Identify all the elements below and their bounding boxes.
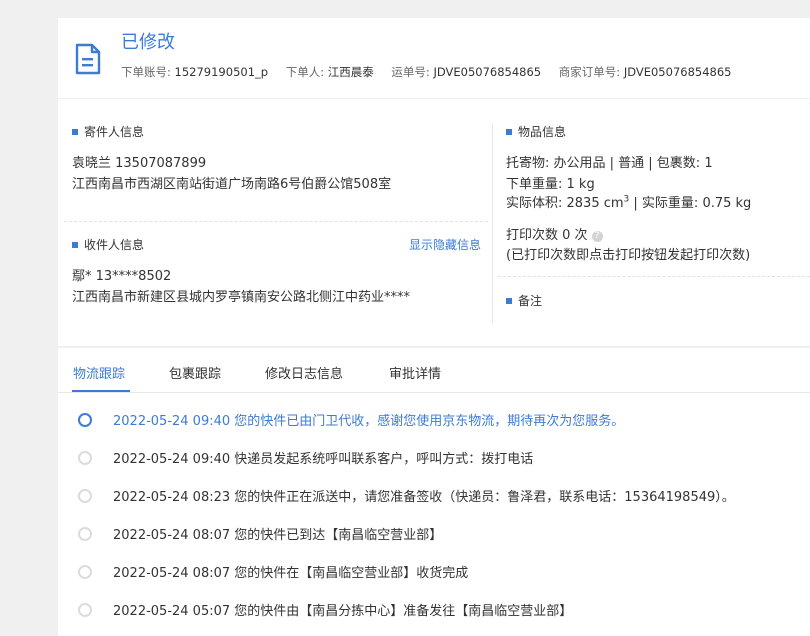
tab-approval-details[interactable]: 审批详情	[389, 363, 441, 382]
timeline-dot	[78, 489, 92, 503]
timeline-dot	[78, 413, 92, 427]
timeline-dot	[78, 527, 92, 541]
timeline-item: 2022-05-24 08:23 您的快件正在派送中，请您准备签收（快递员：鲁泽…	[58, 486, 810, 506]
tab-package-tracking[interactable]: 包裹跟踪	[169, 363, 221, 382]
timeline-dot	[78, 451, 92, 465]
column-divider	[492, 123, 493, 323]
meta-orderer: 下单人: 江西晨泰	[285, 65, 374, 79]
timeline-text: 2022-05-24 09:40 您的快件已由门卫代收，感谢您使用京东物流，期待…	[113, 414, 625, 429]
meta-waybill: 运单号: JDVE05076854865	[391, 65, 542, 79]
meta-merchant-order: 商家订单号: JDVE05076854865	[558, 65, 732, 79]
goods-line-1: 托寄物: 办公用品 | 普通 | 包裹数: 1	[506, 156, 713, 171]
receiver-title: 收件人信息	[72, 236, 144, 253]
divider	[498, 276, 810, 277]
timeline-dot	[78, 603, 92, 617]
help-icon[interactable]: ?	[591, 231, 603, 242]
divider	[64, 221, 488, 222]
receiver-name-phone: 鄢* 13****8502	[72, 269, 172, 284]
meta-account: 下单账号: 15279190501_p	[121, 65, 269, 79]
timeline-item: 2022-05-24 08:07 您的快件已到达【南昌临空营业部】	[58, 524, 810, 544]
timeline-text: 2022-05-24 08:07 您的快件在【南昌临空营业部】收货完成	[113, 566, 469, 581]
order-status: 已修改	[121, 32, 175, 53]
timeline-dot	[78, 565, 92, 579]
sender-title: 寄件人信息	[72, 123, 144, 140]
order-meta: 下单账号: 15279190501_p 下单人: 江西晨泰 运单号: JDVE0…	[121, 64, 745, 80]
document-icon	[75, 43, 101, 75]
tab-bar: 物流跟踪 包裹跟踪 修改日志信息 审批详情	[58, 348, 810, 393]
goods-title: 物品信息	[506, 123, 566, 140]
timeline-item: 2022-05-24 09:40 您的快件已由门卫代收，感谢您使用京东物流，期待…	[58, 410, 810, 430]
timeline-text: 2022-05-24 05:07 您的快件由【南昌分拣中心】准备发往【南昌临空营…	[113, 604, 573, 619]
timeline-item: 2022-05-24 05:07 您的快件由【南昌分拣中心】准备发往【南昌临空营…	[58, 600, 810, 620]
sender-name-phone: 袁晓兰 13507087899	[72, 156, 207, 171]
order-header: 已修改 下单账号: 15279190501_p 下单人: 江西晨泰 运单号: J…	[58, 18, 810, 98]
active-tab-indicator	[72, 390, 130, 392]
sender-address: 江西南昌市西湖区南站街道广场南路6号伯爵公馆508室	[72, 177, 392, 192]
remark-title: 备注	[506, 292, 542, 309]
timeline-item: 2022-05-24 09:40 快递员发起系统呼叫联系客户，呼叫方式：拨打电话	[58, 448, 810, 468]
tab-logistics-tracking[interactable]: 物流跟踪	[73, 363, 125, 382]
print-hint: (已打印次数即点击打印按钮发起打印次数)	[506, 248, 751, 263]
goods-volume: 实际体积: 2835 cm3 | 实际重量: 0.75 kg	[506, 194, 752, 211]
tracking-panel: 物流跟踪 包裹跟踪 修改日志信息 审批详情 2022-05-24 09:40 您…	[58, 348, 810, 636]
timeline-text: 2022-05-24 08:07 您的快件已到达【南昌临空营业部】	[113, 528, 443, 543]
receiver-address: 江西南昌市新建区县城内罗亭镇南安公路北侧江中药业****	[72, 290, 411, 305]
info-panel: 寄件人信息 袁晓兰 13507087899 江西南昌市西湖区南站街道广场南路6号…	[58, 99, 810, 346]
timeline-item: 2022-05-24 08:07 您的快件在【南昌临空营业部】收货完成	[58, 562, 810, 582]
goods-weight: 下单重量: 1 kg	[506, 177, 595, 192]
timeline-text: 2022-05-24 08:23 您的快件正在派送中，请您准备签收（快递员：鲁泽…	[113, 490, 735, 505]
tab-modify-log[interactable]: 修改日志信息	[265, 363, 343, 382]
timeline-text: 2022-05-24 09:40 快递员发起系统呼叫联系客户，呼叫方式：拨打电话	[113, 452, 534, 467]
print-count: 打印次数 0 次?	[506, 224, 603, 243]
show-hidden-info-link[interactable]: 显示隐藏信息	[409, 236, 481, 253]
